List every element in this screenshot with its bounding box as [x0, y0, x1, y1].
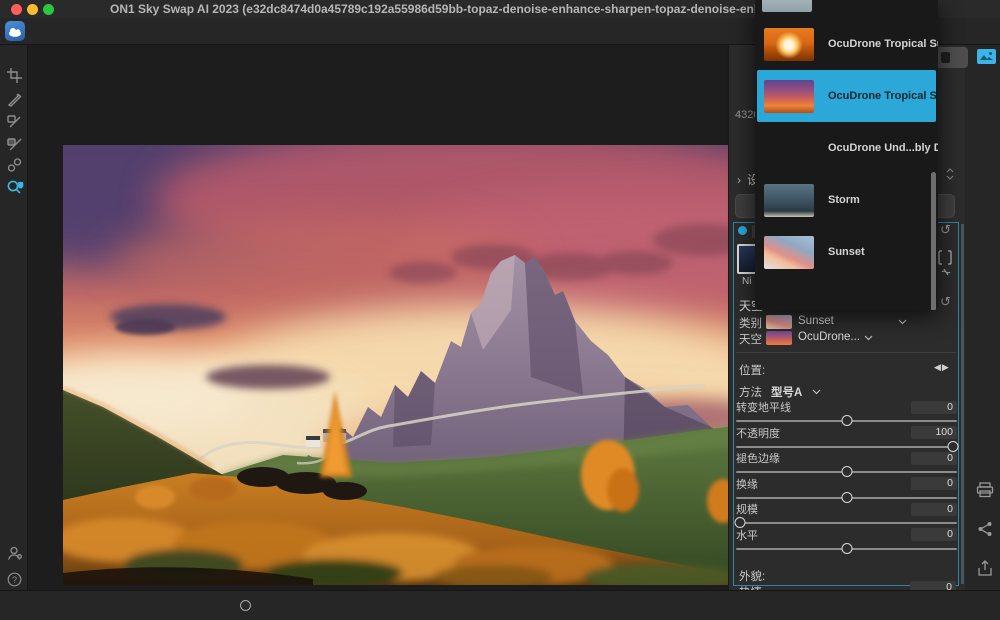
position-label: 位置: [739, 362, 765, 378]
slider-value[interactable]: 100 [911, 426, 957, 439]
share-icon[interactable] [977, 521, 993, 537]
mask-opacity-knob[interactable] [240, 600, 251, 611]
slider-value[interactable]: 0 [911, 477, 957, 490]
zoom-pan-tool-icon[interactable] [6, 179, 23, 196]
slider-row: 规模 0 [736, 502, 957, 528]
slider-label: 换缘 [736, 476, 758, 492]
reset-filter-icon[interactable]: ↺ [940, 223, 951, 236]
position-arrows-icon[interactable]: ◀▶ [934, 362, 950, 373]
slider-knob[interactable] [947, 441, 958, 452]
slider-track[interactable] [736, 420, 957, 422]
dropdown-scrollbar-thumb[interactable] [931, 172, 936, 310]
category-thumbnail [766, 315, 792, 329]
slider-value[interactable]: 0 [911, 528, 957, 541]
sky-select-value[interactable]: OcuDrone... [798, 331, 860, 343]
slider-track[interactable] [736, 522, 957, 524]
svg-text:?: ? [12, 575, 17, 585]
sky-preset-option[interactable]: OcuDrone Tropical Sunset [757, 70, 936, 122]
slider-row: 褪色边缘 0 [736, 451, 957, 477]
divider [736, 352, 956, 353]
slider-label: 规模 [736, 501, 758, 517]
slider-knob[interactable] [841, 492, 852, 503]
sky-preset-option[interactable]: Sunset [757, 226, 936, 278]
refine-brush-tool-icon[interactable] [6, 135, 23, 152]
slider-track[interactable] [736, 471, 957, 473]
method-value[interactable]: 型号A [771, 384, 802, 400]
filter-enabled-dot[interactable] [738, 226, 747, 235]
sky-select-thumbnail [766, 331, 792, 345]
close-window-button[interactable] [11, 4, 22, 15]
crop-tool-icon[interactable] [6, 67, 23, 84]
slider-label: 不透明度 [736, 425, 780, 441]
right-icon-strip [965, 45, 1000, 590]
slider-value[interactable]: 0 [911, 452, 957, 465]
section-caret-icon: › [737, 173, 741, 187]
sky-preset-option[interactable]: OcuDrone Und...bly Dramatic [757, 122, 936, 174]
sky-preset-label: OcuDrone Tropical Sunset [828, 90, 938, 102]
hidden-button-glyph [941, 52, 950, 63]
clone-tool-icon[interactable] [6, 157, 23, 174]
mask-tools-partial-icon[interactable] [938, 250, 952, 265]
panel-scrollbar[interactable] [961, 224, 964, 584]
left-tool-strip: ? [0, 45, 28, 590]
window-title: ON1 Sky Swap AI 2023 (e32dc8474d0a45789c… [110, 0, 807, 18]
sky-preset-thumbnail [764, 132, 814, 165]
help-icon[interactable]: ? [6, 571, 23, 588]
slider-value[interactable]: 0 [911, 401, 957, 414]
slider-track[interactable] [736, 446, 957, 448]
slider-value[interactable]: 0 [911, 503, 957, 516]
appearance-label: 外貌: [739, 568, 765, 584]
ai-brush-tool-icon[interactable] [6, 91, 23, 108]
minimize-window-button[interactable] [27, 4, 38, 15]
slider-row: 转变地平线 0 [736, 400, 957, 426]
slider-knob[interactable] [841, 415, 852, 426]
app-logo-icon [5, 21, 25, 41]
sky-preset-label: OcuDrone Und...bly Dramatic [828, 142, 938, 154]
sky-preset-label: Sunset [828, 246, 865, 258]
slider-row: 不透明度 100 [736, 426, 957, 452]
sky-select-label: 天空 [739, 331, 762, 347]
sky-preset-thumbnail [764, 80, 814, 113]
slider-group: 转变地平线 0 不透明度 100 褪色边缘 [736, 400, 957, 554]
sky-preset-dropdown: OcuDrone Tropical Sunrise OcuDrone Tropi… [755, 0, 938, 310]
slider-knob[interactable] [841, 466, 852, 477]
sky-preset-night-label: Ni [742, 276, 751, 287]
show-sky-browser-icon[interactable] [977, 49, 996, 64]
slider-track[interactable] [736, 548, 957, 550]
sky-preset-option[interactable]: OcuDrone Tropical Sunrise [757, 18, 936, 70]
category-label: 类别 [739, 315, 762, 331]
print-icon[interactable] [976, 482, 994, 498]
sky-preset-label: Storm [828, 194, 860, 206]
category-value[interactable]: Sunset [798, 315, 834, 327]
sky-preset-thumbnail [764, 184, 814, 217]
canvas-area [28, 45, 728, 590]
section-stepper-icon[interactable] [946, 168, 954, 180]
slider-label: 转变地平线 [736, 399, 791, 415]
export-icon[interactable] [977, 560, 993, 577]
category-chevron-icon[interactable] [898, 319, 907, 325]
on1-sky-swap-window: ON1 Sky Swap AI 2023 (e32dc8474d0a45789c… [0, 0, 1000, 620]
masking-brush-tool-icon[interactable] [6, 113, 23, 130]
slider-label: 水平 [736, 527, 758, 543]
sky-preset-thumbnail [764, 236, 814, 269]
photo-canvas[interactable] [63, 145, 744, 585]
slider-track[interactable] [736, 497, 957, 499]
mask-chain-partial-icon[interactable] [941, 267, 951, 277]
sky-preset-option[interactable]: Storm [757, 174, 936, 226]
landscape-photo [63, 145, 744, 585]
slider-label: 褪色边缘 [736, 450, 780, 466]
method-label: 方法 [739, 384, 762, 400]
slider-knob[interactable] [841, 543, 852, 554]
sky-select-chevron-icon[interactable] [864, 335, 873, 341]
maximize-window-button[interactable] [43, 4, 54, 15]
bottom-toolbar [0, 590, 1000, 620]
sky-preset-partial-thumbnail [762, 0, 812, 12]
method-chevron-icon[interactable] [812, 389, 821, 395]
account-icon[interactable] [6, 545, 23, 562]
reset-sky-icon[interactable]: ↺ [940, 295, 951, 308]
slider-row: 水平 0 [736, 528, 957, 554]
slider-row: 换缘 0 [736, 477, 957, 503]
sky-preset-thumbnail [764, 28, 814, 61]
sky-preset-label: OcuDrone Tropical Sunrise [828, 38, 938, 50]
